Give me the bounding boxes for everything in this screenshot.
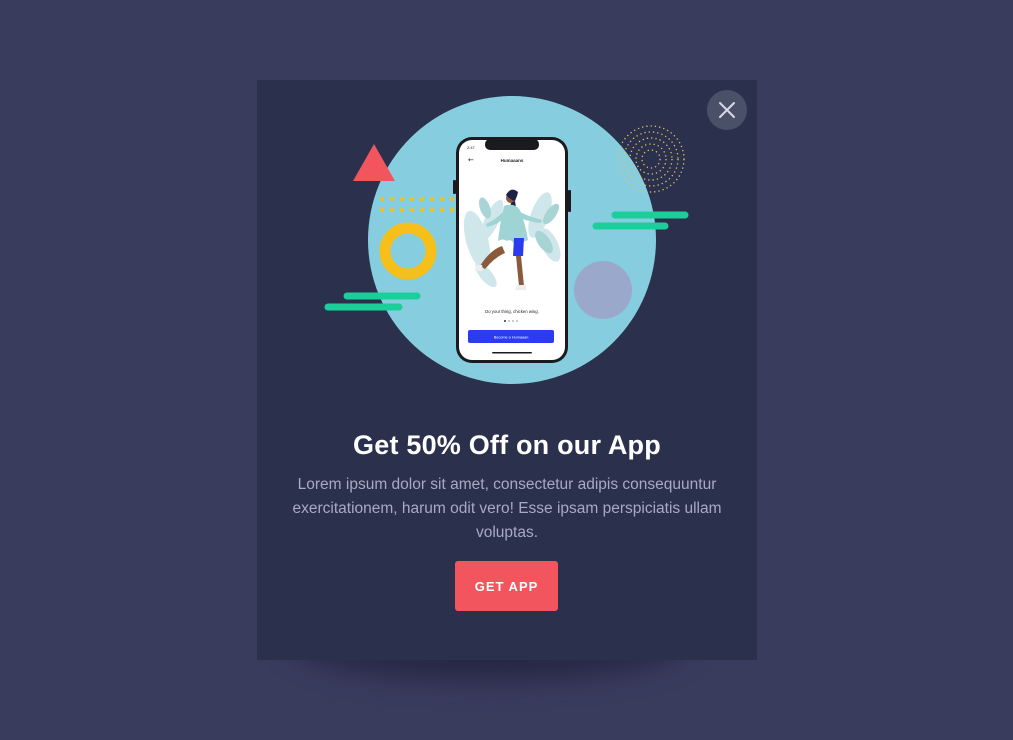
- promo-modal: 2:47 ← Humaaans Do your thing, chicken w…: [257, 80, 757, 660]
- phone-caption: Do your thing, chicken wing.: [485, 309, 539, 314]
- modal-description: Lorem ipsum dolor sit amet, consectetur …: [292, 476, 722, 541]
- phone-back-arrow-icon: ←: [468, 156, 474, 164]
- app-illustration: 2:47 ← Humaaans Do your thing, chicken w…: [324, 96, 689, 384]
- phone-cta-label: Become a Humaaan: [494, 336, 529, 340]
- phone-header-title: Humaaans: [501, 158, 524, 163]
- modal-title: Get 50% Off on our App: [353, 430, 661, 460]
- get-app-button[interactable]: GET APP: [455, 561, 558, 611]
- phone-home-indicator: [492, 352, 532, 354]
- phone-status-time: 2:47: [467, 145, 476, 150]
- lavender-circle: [574, 261, 632, 319]
- triangle-shape: [353, 144, 395, 181]
- phone-mockup: 2:47 ← Humaaans Do your thing, chicken w…: [453, 137, 571, 363]
